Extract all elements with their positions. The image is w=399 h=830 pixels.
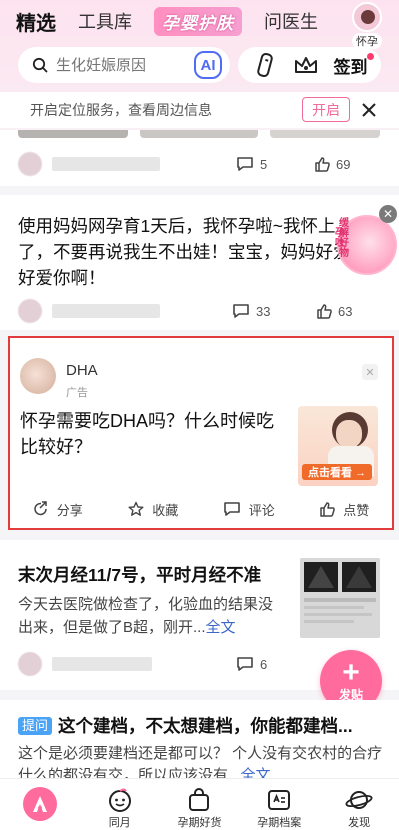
nav-label: 孕期好货 <box>177 817 222 829</box>
share-icon <box>33 501 47 516</box>
nav-pregnancy-goods[interactable]: 孕期好货 <box>160 779 240 830</box>
profile-avatar[interactable]: 怀孕 <box>347 2 387 49</box>
avatar <box>18 299 42 323</box>
tab-featured[interactable]: 精选 <box>16 7 56 36</box>
comment-label: 评论 <box>248 502 275 518</box>
ad-image-cta: 点击看看 → <box>302 464 372 480</box>
post-title: 末次月经11/7号，平时月经不准 <box>18 565 262 585</box>
favorite-button[interactable]: 收藏 <box>106 496 202 522</box>
ad-image[interactable]: 点击看看 → <box>298 406 378 486</box>
author-name-blurred <box>52 157 160 171</box>
nav-home[interactable] <box>0 779 80 830</box>
thumbs-up-icon <box>320 502 336 517</box>
tab-skincare[interactable]: 孕婴护肤 <box>154 6 242 36</box>
nav-discover[interactable]: 发现 <box>319 779 399 830</box>
avatar <box>18 652 42 676</box>
ad-dismiss-button[interactable]: ✕ <box>362 364 378 380</box>
tab-tools[interactable]: 工具库 <box>78 8 132 34</box>
header-actions: 签到 <box>238 47 381 83</box>
comment-count-value: 33 <box>256 303 271 319</box>
like-label: 点赞 <box>343 502 370 518</box>
post-text: 使用妈妈网孕育1天后，我怀孕啦~我怀上了，不要再说我生不出娃！宝宝，妈妈好爱好爱… <box>18 216 351 288</box>
post-excerpt: 今天去医院做检查了，化验血的结果没出来，但是做了B超，刚开...全文 <box>18 593 286 639</box>
star-icon <box>128 501 144 516</box>
comment-count-value: 6 <box>260 656 268 672</box>
thumbs-up-icon <box>315 157 330 172</box>
nav-label: 孕期档案 <box>257 817 302 829</box>
checkin-button[interactable]: 签到 <box>333 52 374 78</box>
floating-ad-side-text: 孕吐 <box>335 228 345 249</box>
read-more-link[interactable]: 全文 <box>206 619 236 636</box>
post-author[interactable] <box>18 652 152 676</box>
records-icon <box>264 785 294 814</box>
post-author[interactable] <box>18 152 160 176</box>
close-icon[interactable] <box>359 100 379 120</box>
post-author[interactable] <box>18 299 160 323</box>
nav-label: 发现 <box>348 817 371 829</box>
tab-ask-doctor[interactable]: 问医生 <box>264 8 318 34</box>
sponsored-post[interactable]: DHA 广告 ✕ 怀孕需要吃DHA吗？什么时候吃比较好？ 点击看看 → 分享 收… <box>8 336 394 530</box>
ad-title: 怀孕需要吃DHA吗？什么时候吃比较好？ <box>20 411 275 457</box>
bottom-navigation: 同月 孕期好货 孕期档案 发现 <box>0 778 399 830</box>
ai-assistant-button[interactable]: AI <box>194 51 222 79</box>
ultrasound-thumbnail[interactable] <box>300 558 380 638</box>
share-button[interactable]: 分享 <box>10 496 106 522</box>
like-count-value: 69 <box>336 156 351 172</box>
question-tag: 提问 <box>18 717 53 735</box>
search-input[interactable] <box>56 56 176 74</box>
comment-count[interactable]: 6 <box>236 656 267 672</box>
post-image <box>140 130 258 138</box>
top-tabs: 精选 工具库 孕婴护肤 问医生 <box>16 6 399 36</box>
baby-face-icon <box>105 785 135 814</box>
top-header: 精选 工具库 孕婴护肤 问医生 怀孕 AI 签到 开启定位服务，查看周边信息 开… <box>0 0 399 130</box>
comment-icon <box>233 304 249 318</box>
comment-icon <box>237 157 253 171</box>
favorite-label: 收藏 <box>152 502 179 518</box>
comment-button[interactable]: 评论 <box>201 496 297 522</box>
comment-count-value: 5 <box>260 156 268 172</box>
like-count-value: 63 <box>338 303 353 319</box>
enable-location-button[interactable]: 开启 <box>302 97 350 122</box>
avatar <box>352 2 382 32</box>
post-image <box>18 130 128 138</box>
thumbs-up-icon <box>317 304 332 319</box>
floating-ad-bubble[interactable]: 缓解好物 孕吐 ✕ <box>335 205 399 293</box>
comment-icon <box>223 502 240 516</box>
advertiser-avatar <box>20 358 56 394</box>
post-title: 提问 这个建档，不太想建档，你能都建档... <box>18 713 388 739</box>
nav-pregnancy-records[interactable]: 孕期档案 <box>239 779 319 830</box>
like-button[interactable]: 点赞 <box>297 496 393 522</box>
shopping-bag-icon <box>184 785 214 814</box>
ultrasound-image <box>300 558 380 638</box>
checkin-label: 签到 <box>333 57 368 77</box>
ad-action-bar: 分享 收藏 评论 点赞 <box>10 496 392 522</box>
share-label: 分享 <box>56 502 83 518</box>
comment-icon <box>237 657 253 671</box>
advertiser-name: DHA <box>66 362 98 379</box>
like-count[interactable]: 63 <box>316 303 352 319</box>
comment-count[interactable]: 5 <box>236 156 267 172</box>
crown-icon[interactable] <box>293 52 319 78</box>
search-icon <box>32 57 48 73</box>
feed-post[interactable]: 5 69 <box>0 130 399 186</box>
ad-label: 广告 <box>66 387 88 399</box>
post-image <box>270 130 380 138</box>
planet-icon <box>344 785 374 814</box>
avatar <box>18 152 42 176</box>
like-count[interactable]: 69 <box>314 156 350 172</box>
comment-count[interactable]: 33 <box>232 303 270 319</box>
author-name-blurred <box>52 657 152 671</box>
close-icon[interactable]: ✕ <box>379 205 397 223</box>
post-title-text: 这个建档，不太想建档，你能都建档... <box>58 716 353 736</box>
author-name-blurred <box>52 304 160 318</box>
location-banner-text: 开启定位服务，查看周边信息 <box>30 102 212 118</box>
location-banner: 开启定位服务，查看周边信息 开启 <box>0 92 399 128</box>
nav-same-month[interactable]: 同月 <box>80 779 160 830</box>
thermometer-icon[interactable] <box>252 52 278 78</box>
plus-icon: + <box>342 655 360 689</box>
search-bar[interactable]: AI <box>18 47 230 83</box>
nav-label: 同月 <box>108 817 131 829</box>
home-icon <box>22 787 57 821</box>
checkin-badge-dot <box>366 52 374 60</box>
